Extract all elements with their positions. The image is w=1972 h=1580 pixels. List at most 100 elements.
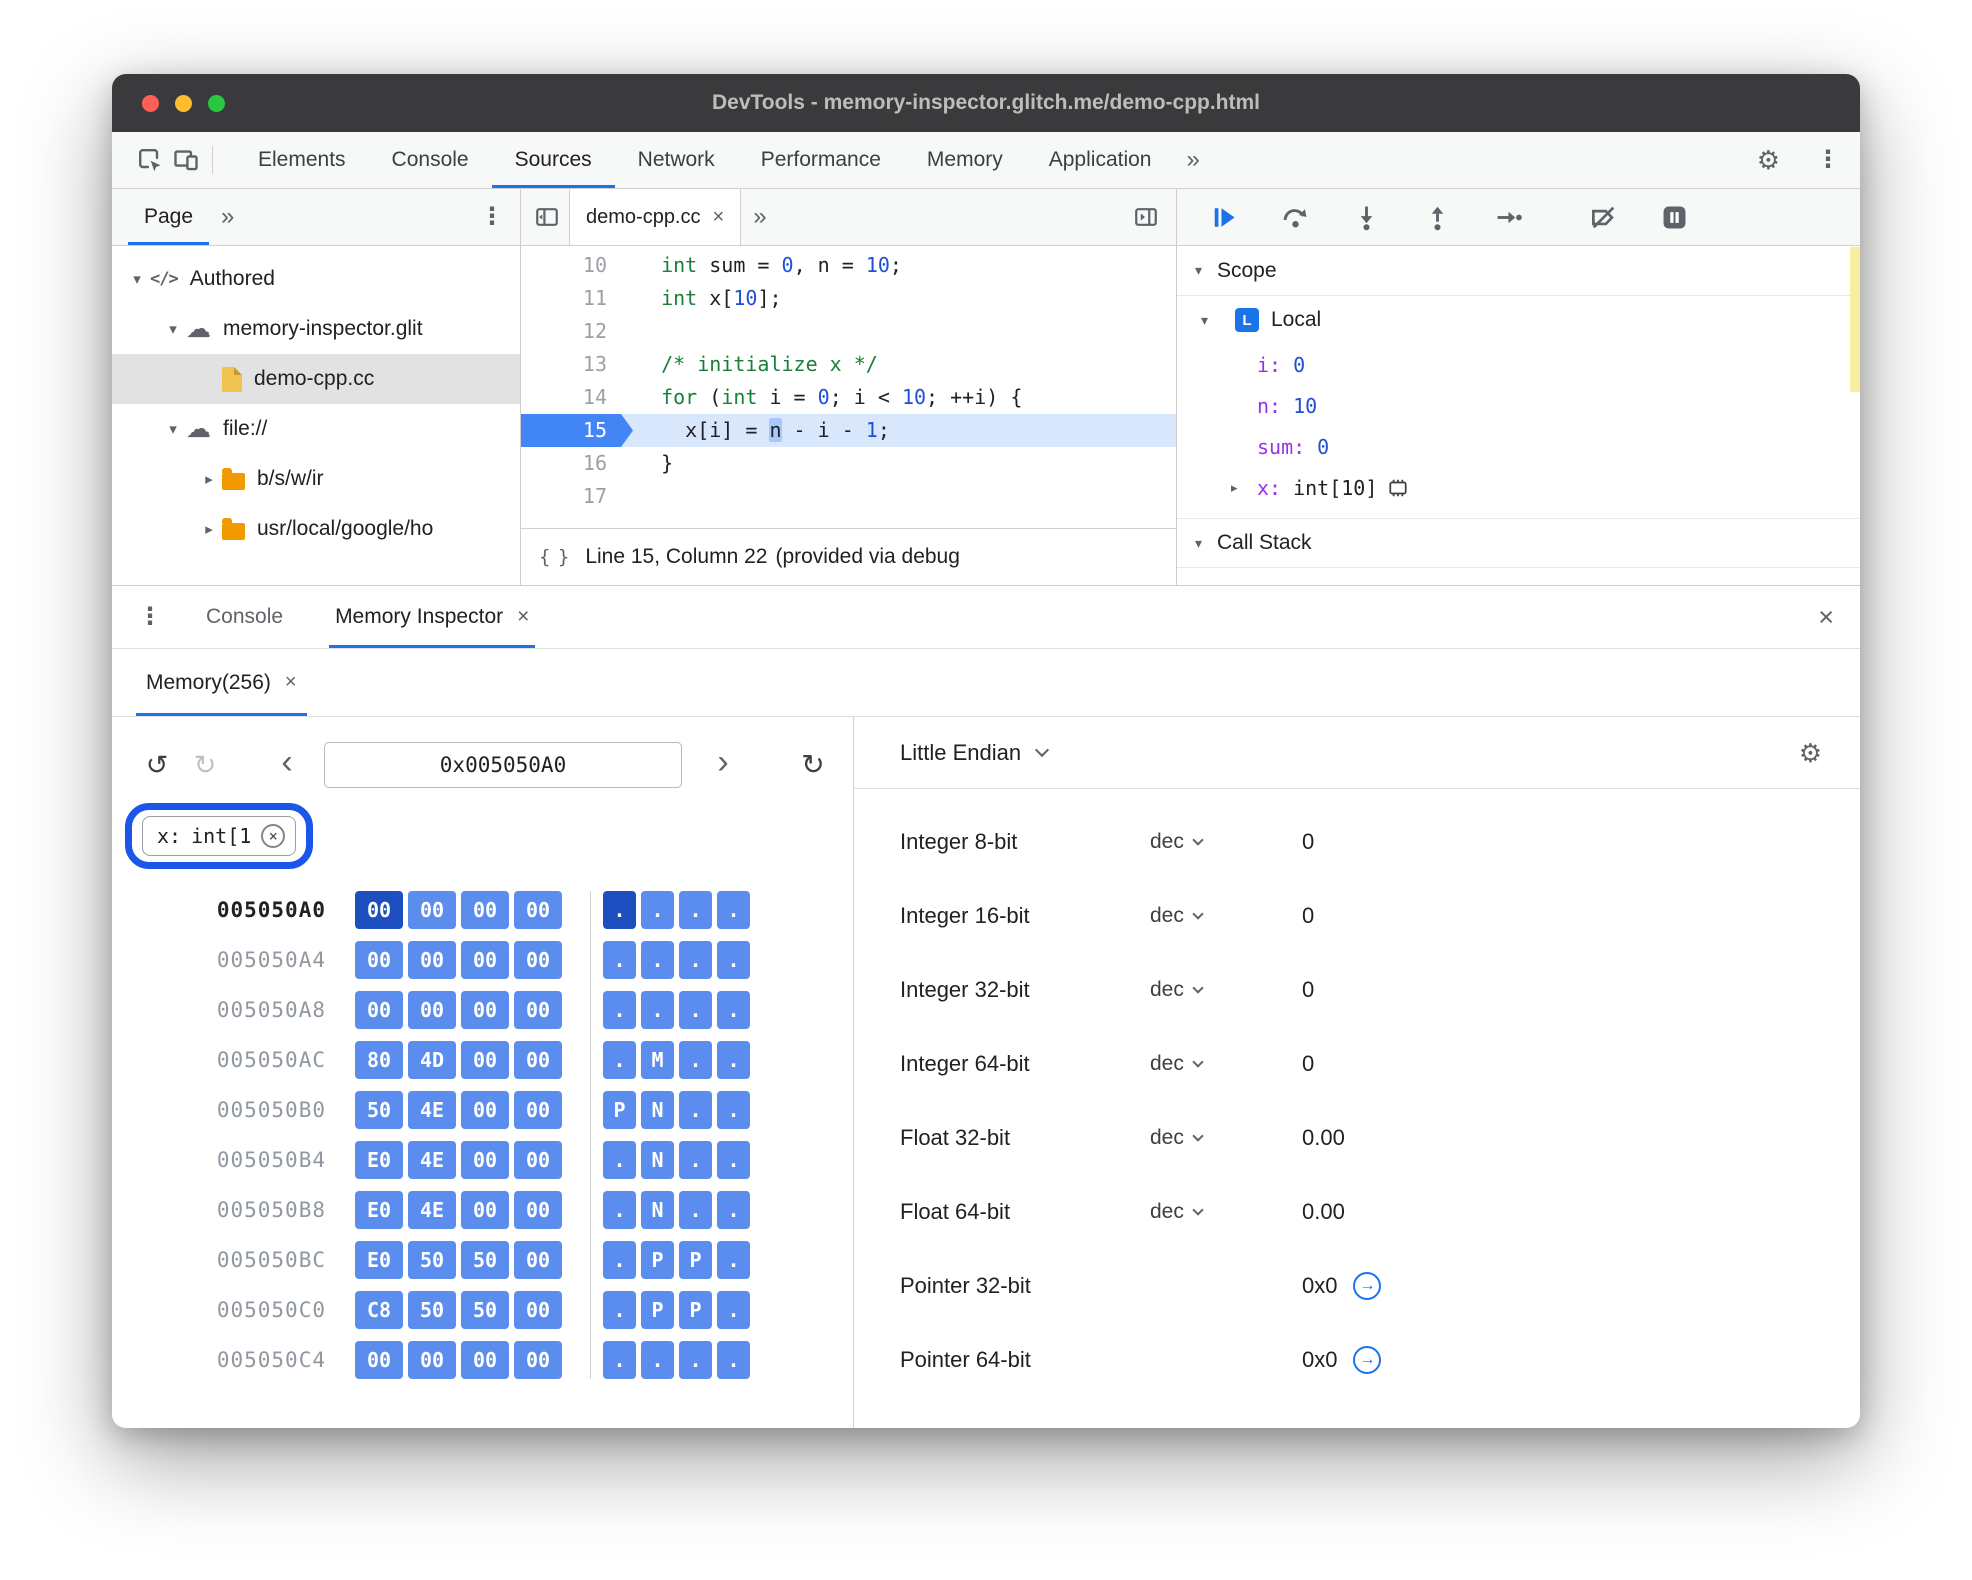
undo-icon[interactable]: ↺ — [142, 747, 172, 783]
highlighted-object-chip[interactable]: x: int[1 × — [142, 816, 297, 856]
line-number[interactable]: 14 — [521, 381, 621, 414]
line-number[interactable]: 13 — [521, 348, 621, 381]
ascii-cell[interactable]: P — [679, 1241, 712, 1279]
ascii-cell[interactable]: . — [603, 1041, 636, 1079]
byte-cell[interactable]: 00 — [461, 1341, 509, 1379]
code-text[interactable] — [621, 315, 1176, 348]
byte-cell[interactable]: E0 — [355, 1141, 403, 1179]
chevron-collapsed-icon[interactable]: ▸ — [1231, 480, 1257, 496]
tree-item-demo-cpp-cc[interactable]: demo-cpp.cc — [112, 354, 520, 404]
ascii-cell[interactable]: . — [717, 941, 750, 979]
byte-cell[interactable]: 4E — [408, 1191, 456, 1229]
endianness-select[interactable]: Little Endian — [900, 740, 1050, 766]
redo-icon[interactable]: ↻ — [190, 747, 220, 783]
byte-cell[interactable]: 50 — [461, 1291, 509, 1329]
code-text[interactable]: /* initialize x */ — [621, 348, 1176, 381]
ascii-cell[interactable]: . — [603, 1341, 636, 1379]
byte-cell[interactable]: 4D — [408, 1041, 456, 1079]
chevron-collapsed-icon[interactable]: ▸ — [196, 470, 222, 488]
line-number[interactable]: 10 — [521, 249, 621, 282]
code-area[interactable]: 10 int sum = 0, n = 10; 11 int x[10]; 12 13… — [521, 246, 1176, 528]
byte-cell[interactable]: 00 — [461, 1091, 509, 1129]
customize-devtools-icon[interactable]: ⋮ — [1816, 148, 1840, 172]
line-number[interactable]: 16 — [521, 447, 621, 480]
close-window-button[interactable] — [142, 94, 159, 112]
call-stack-section-header[interactable]: ▾ Call Stack — [1177, 518, 1860, 568]
tree-item-b-s-w-ir[interactable]: ▸ b/s/w/ir — [112, 454, 520, 504]
code-line-14[interactable]: 14 for (int i = 0; i < 10; ++i) { — [521, 381, 1176, 414]
byte-cell[interactable]: 00 — [514, 1041, 562, 1079]
ascii-cell[interactable]: . — [717, 1341, 750, 1379]
device-toolbar-icon[interactable] — [168, 142, 204, 178]
tab-performance[interactable]: Performance — [738, 132, 904, 188]
ascii-cell[interactable]: . — [717, 1141, 750, 1179]
next-page-icon[interactable]: › — [708, 745, 738, 783]
line-number[interactable]: 17 — [521, 480, 621, 513]
zoom-window-button[interactable] — [208, 94, 225, 112]
byte-cell[interactable]: 00 — [461, 891, 509, 929]
remove-highlight-icon[interactable]: × — [261, 824, 286, 848]
byte-cell[interactable]: E0 — [355, 1241, 403, 1279]
chevron-expanded-icon[interactable]: ▾ — [160, 420, 186, 438]
ascii-cell[interactable]: . — [679, 1141, 712, 1179]
byte-cell[interactable]: 4E — [408, 1141, 456, 1179]
more-navigator-tabs-icon[interactable]: » — [221, 203, 234, 231]
code-text[interactable]: x[i] = n - i - 1; — [621, 414, 1176, 447]
byte-cell[interactable]: 4E — [408, 1091, 456, 1129]
deactivate-breakpoints-icon[interactable] — [1590, 204, 1617, 231]
inspect-element-icon[interactable] — [132, 142, 168, 178]
ascii-cell[interactable]: N — [641, 1091, 674, 1129]
byte-cell[interactable]: 00 — [408, 991, 456, 1029]
ascii-cell[interactable]: . — [641, 941, 674, 979]
ascii-cell[interactable]: N — [641, 1191, 674, 1229]
ascii-cell[interactable]: . — [603, 1291, 636, 1329]
line-number[interactable]: 12 — [521, 315, 621, 348]
resume-script-icon[interactable] — [1211, 204, 1238, 231]
byte-cell[interactable]: 00 — [514, 1291, 562, 1329]
jump-to-pointer-icon[interactable]: → — [1353, 1346, 1382, 1374]
ascii-cell[interactable]: . — [603, 891, 636, 929]
ascii-cell[interactable]: . — [641, 991, 674, 1029]
ascii-cell[interactable]: P — [641, 1241, 674, 1279]
refresh-icon[interactable]: ↻ — [798, 747, 828, 783]
step-icon[interactable] — [1495, 204, 1522, 231]
close-drawer-icon[interactable]: × — [1818, 602, 1834, 633]
code-text[interactable] — [621, 480, 1176, 513]
chevron-expanded-icon[interactable]: ▾ — [124, 270, 150, 288]
ascii-cell[interactable]: . — [641, 891, 674, 929]
ascii-cell[interactable]: . — [717, 891, 750, 929]
ascii-cell[interactable]: N — [641, 1141, 674, 1179]
byte-cell[interactable]: 00 — [355, 941, 403, 979]
byte-cell[interactable]: 80 — [355, 1041, 403, 1079]
code-text[interactable]: int x[10]; — [621, 282, 1176, 315]
code-line-17[interactable]: 17 — [521, 480, 1176, 513]
ascii-cell[interactable]: . — [717, 1091, 750, 1129]
code-line-13[interactable]: 13 /* initialize x */ — [521, 348, 1176, 381]
byte-cell[interactable]: 00 — [514, 1191, 562, 1229]
tab-network[interactable]: Network — [615, 132, 738, 188]
ascii-cell[interactable]: . — [641, 1341, 674, 1379]
ascii-cell[interactable]: . — [603, 1241, 636, 1279]
tree-item-file-[interactable]: ▾ ☁ file:// — [112, 404, 520, 454]
tree-item-authored[interactable]: ▾ </> Authored — [112, 254, 520, 304]
ascii-cell[interactable]: P — [603, 1091, 636, 1129]
byte-cell[interactable]: 00 — [514, 941, 562, 979]
chevron-expanded-icon[interactable]: ▾ — [160, 320, 186, 338]
format-select[interactable]: dec — [1150, 1052, 1302, 1076]
byte-cell[interactable]: C8 — [355, 1291, 403, 1329]
byte-cell[interactable]: 00 — [408, 891, 456, 929]
byte-cell[interactable]: 50 — [461, 1241, 509, 1279]
ascii-cell[interactable]: . — [717, 1291, 750, 1329]
ascii-cell[interactable]: . — [717, 1191, 750, 1229]
more-editor-tabs-icon[interactable]: » — [753, 203, 766, 231]
scope-section-header[interactable]: ▾ Scope — [1177, 246, 1860, 296]
tab-page[interactable]: Page — [128, 189, 210, 245]
ascii-cell[interactable]: . — [679, 991, 712, 1029]
step-over-icon[interactable] — [1282, 204, 1309, 231]
format-select[interactable]: dec — [1150, 904, 1302, 928]
ascii-cell[interactable]: . — [603, 1191, 636, 1229]
byte-cell[interactable]: 00 — [408, 941, 456, 979]
tree-item-memory-inspector-glit[interactable]: ▾ ☁ memory-inspector.glit — [112, 304, 520, 354]
minimize-window-button[interactable] — [175, 94, 192, 112]
format-select[interactable]: dec — [1150, 1126, 1302, 1150]
